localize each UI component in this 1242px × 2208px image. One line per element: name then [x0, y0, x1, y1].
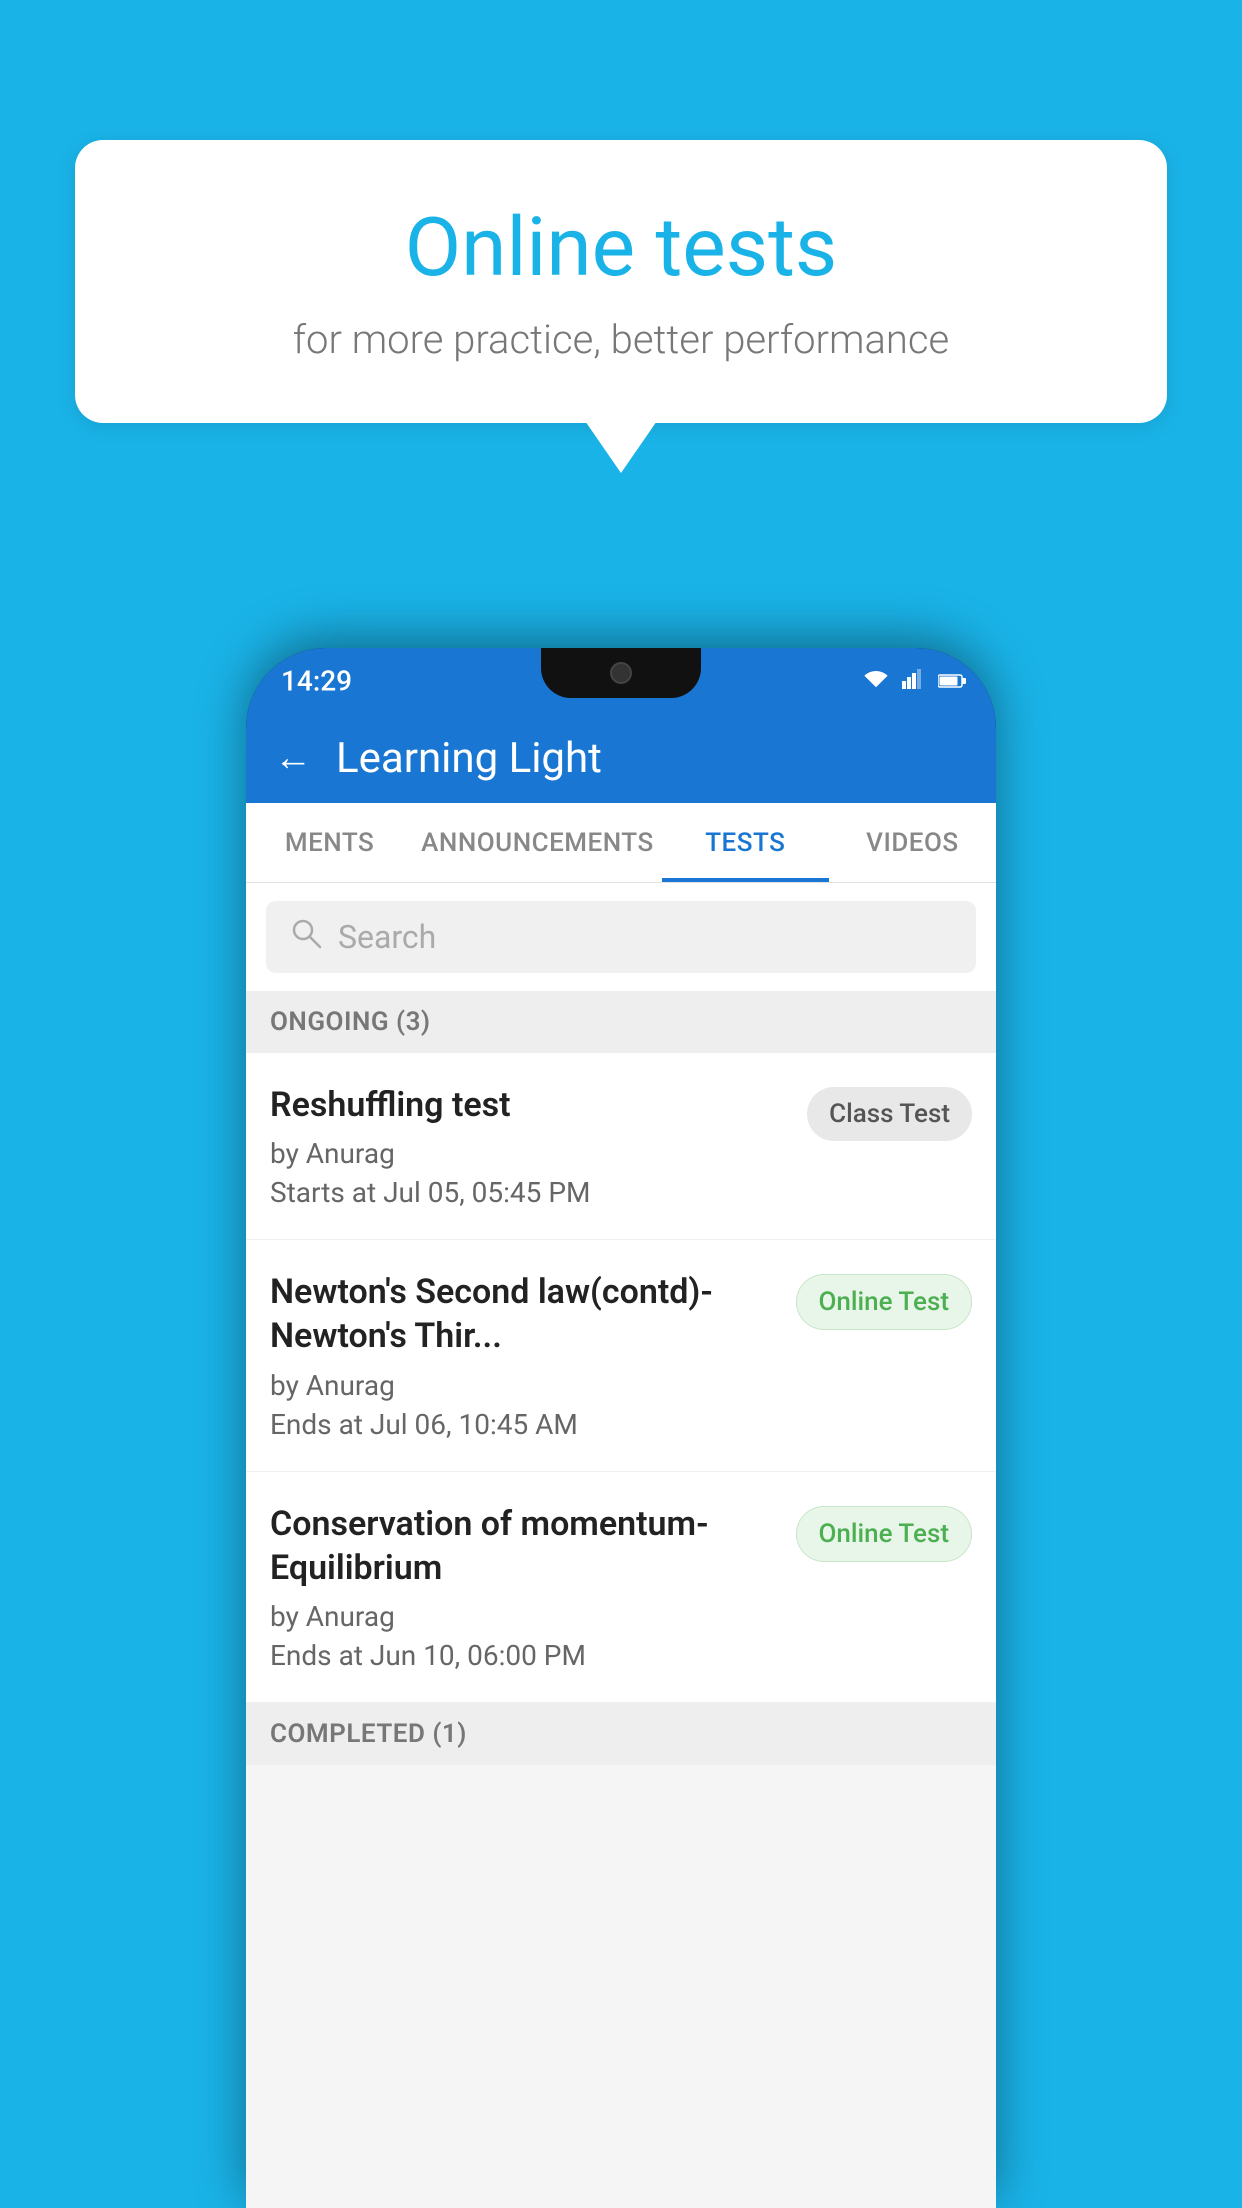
test-name-newtons: Newton's Second law(contd)-Newton's Thir…	[270, 1270, 776, 1358]
test-author-reshuffling: by Anurag	[270, 1137, 787, 1170]
test-author-newtons: by Anurag	[270, 1369, 776, 1402]
phone-frame: 14:29	[246, 648, 996, 2208]
search-input-placeholder: Search	[338, 918, 436, 956]
phone-screen: MENTS ANNOUNCEMENTS TESTS VIDEOS	[246, 803, 996, 2208]
tab-announcements[interactable]: ANNOUNCEMENTS	[413, 803, 662, 882]
tabs-bar: MENTS ANNOUNCEMENTS TESTS VIDEOS	[246, 803, 996, 883]
test-info-reshuffling: Reshuffling test by Anurag Starts at Jul…	[270, 1083, 807, 1209]
completed-section-header: COMPLETED (1)	[246, 1703, 996, 1765]
test-item-conservation[interactable]: Conservation of momentum-Equilibrium by …	[246, 1472, 996, 1703]
app-title: Learning Light	[336, 734, 602, 783]
status-icons	[862, 667, 966, 695]
back-button[interactable]: ←	[274, 736, 312, 780]
tab-ments[interactable]: MENTS	[246, 803, 413, 882]
search-container: Search	[246, 883, 996, 991]
test-author-conservation: by Anurag	[270, 1600, 776, 1633]
test-date-newtons: Ends at Jul 06, 10:45 AM	[270, 1408, 776, 1441]
test-info-newtons: Newton's Second law(contd)-Newton's Thir…	[270, 1270, 796, 1440]
test-badge-class: Class Test	[807, 1087, 972, 1141]
signal-icon	[902, 667, 926, 695]
battery-icon	[938, 667, 966, 695]
test-badge-online-conservation: Online Test	[796, 1506, 973, 1562]
speech-bubble: Online tests for more practice, better p…	[75, 140, 1167, 423]
test-info-conservation: Conservation of momentum-Equilibrium by …	[270, 1502, 796, 1672]
notch	[541, 648, 701, 698]
speech-bubble-subtitle: for more practice, better performance	[155, 316, 1087, 363]
test-item-reshuffling[interactable]: Reshuffling test by Anurag Starts at Jul…	[246, 1053, 996, 1240]
test-name-conservation: Conservation of momentum-Equilibrium	[270, 1502, 776, 1590]
test-date-reshuffling: Starts at Jul 05, 05:45 PM	[270, 1176, 787, 1209]
search-box[interactable]: Search	[266, 901, 976, 973]
wifi-icon	[862, 667, 890, 695]
speech-bubble-title: Online tests	[155, 200, 1087, 296]
search-icon	[290, 917, 322, 958]
front-camera	[610, 662, 632, 684]
test-item-newtons[interactable]: Newton's Second law(contd)-Newton's Thir…	[246, 1240, 996, 1471]
tab-videos[interactable]: VIDEOS	[829, 803, 996, 882]
speech-bubble-container: Online tests for more practice, better p…	[75, 140, 1167, 423]
test-name-reshuffling: Reshuffling test	[270, 1083, 787, 1127]
status-bar: 14:29	[246, 648, 996, 713]
test-list-ongoing: Reshuffling test by Anurag Starts at Jul…	[246, 1053, 996, 1703]
status-time: 14:29	[281, 664, 352, 697]
app-header: ← Learning Light	[246, 713, 996, 803]
test-date-conservation: Ends at Jun 10, 06:00 PM	[270, 1639, 776, 1672]
ongoing-section-header: ONGOING (3)	[246, 991, 996, 1053]
tab-tests[interactable]: TESTS	[662, 803, 829, 882]
test-badge-online-newtons: Online Test	[796, 1274, 973, 1330]
